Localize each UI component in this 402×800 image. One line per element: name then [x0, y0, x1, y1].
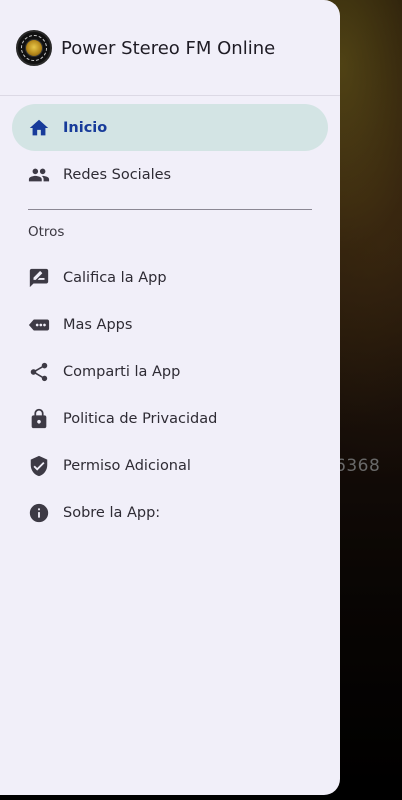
drawer-item-label: Redes Sociales [63, 166, 172, 183]
drawer-item-label: Mas Apps [63, 316, 133, 333]
drawer-item-label: Comparti la App [63, 363, 181, 380]
navigation-drawer: Power Stereo FM Online Inicio Redes Soci… [0, 0, 340, 795]
people-icon [28, 164, 50, 186]
info-icon [28, 502, 50, 524]
lock-icon [28, 408, 50, 430]
drawer-item-label: Califica la App [63, 269, 167, 286]
drawer-item-label: Permiso Adicional [63, 457, 191, 474]
drawer-item-inicio[interactable]: Inicio [12, 104, 328, 151]
drawer-item-sobre[interactable]: Sobre la App: [12, 489, 328, 536]
drawer-header: Power Stereo FM Online [0, 0, 340, 96]
drawer-item-privacidad[interactable]: Politica de Privacidad [12, 395, 328, 442]
verified-shield-icon [28, 455, 50, 477]
drawer-item-label: Inicio [63, 119, 108, 136]
rate-review-icon [28, 267, 50, 289]
drawer-item-redes-sociales[interactable]: Redes Sociales [12, 151, 328, 198]
home-icon [28, 117, 50, 139]
drawer-item-compartir[interactable]: Comparti la App [12, 348, 328, 395]
drawer-item-label: Sobre la App: [63, 504, 161, 521]
radio-station-logo [16, 29, 52, 66]
section-title-otros: Otros [28, 224, 65, 240]
drawer-item-mas-apps[interactable]: Mas Apps [12, 301, 328, 348]
drawer-menu: Inicio Redes Sociales Otros Califica la … [0, 96, 340, 536]
logo-ring [21, 34, 47, 61]
app-title: Power Stereo FM Online [61, 38, 276, 59]
drawer-item-label: Politica de Privacidad [63, 410, 218, 427]
more-apps-icon [28, 314, 50, 336]
drawer-item-califica[interactable]: Califica la App [12, 254, 328, 301]
share-icon [28, 361, 50, 383]
drawer-item-permiso[interactable]: Permiso Adicional [12, 442, 328, 489]
